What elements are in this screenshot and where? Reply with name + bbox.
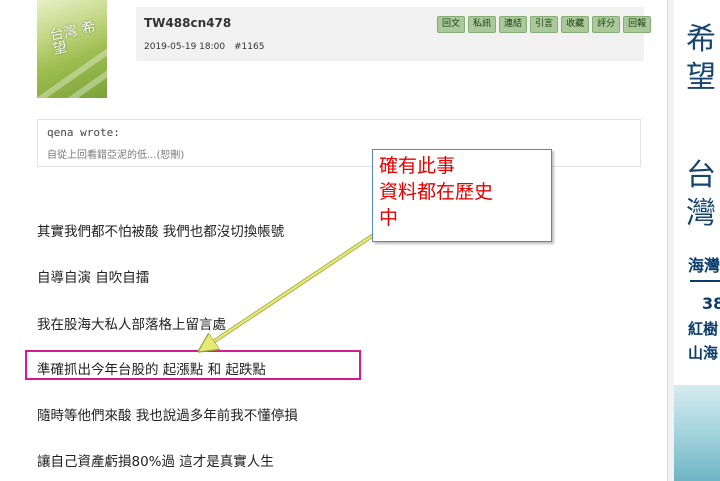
ad-line: 38 — [702, 294, 720, 313]
annotation-callout: 確有此事 資料都在歷史 中 — [372, 149, 552, 242]
ad-brush-char: 灣 — [686, 196, 716, 231]
sidebar-ad[interactable]: 希 望 台 灣 海灣 38 紅樹 山海 — [674, 0, 720, 481]
callout-line: 確有此事 — [379, 155, 456, 177]
ad-brush-char: 望 — [686, 60, 716, 95]
ad-line: 紅樹 — [688, 320, 719, 338]
forum-post: 台灣 希望 TW488cn478 2019-05-19 18:00 #1165 … — [0, 0, 668, 481]
callout-line: 資料都在歷史 — [379, 181, 494, 203]
ad-line: 山海 — [688, 344, 719, 362]
annotation-arrow — [0, 230, 380, 481]
ad-title: 海灣 — [688, 256, 720, 275]
callout-line: 中 — [379, 207, 399, 229]
ad-wave-graphic — [674, 385, 720, 481]
ad-divider — [690, 280, 720, 282]
